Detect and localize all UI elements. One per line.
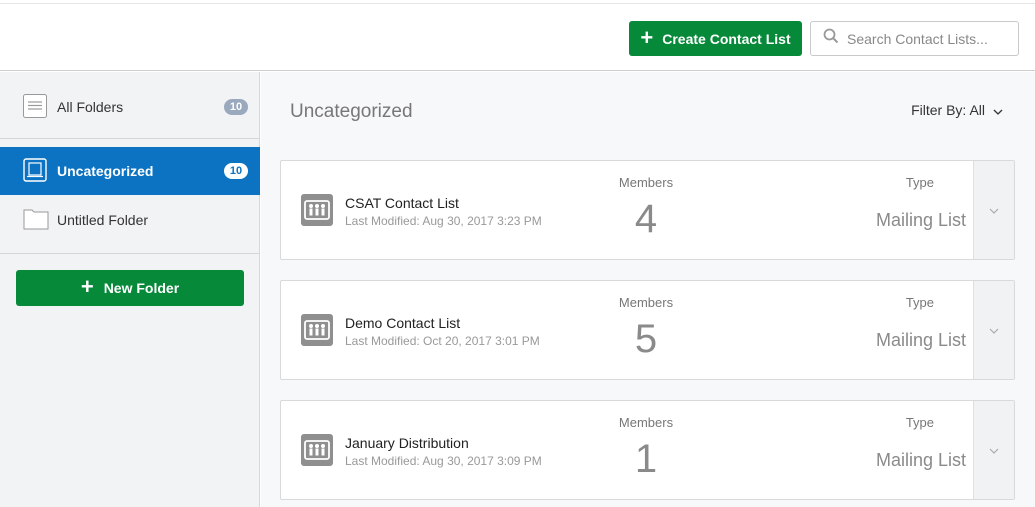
chevron-down-icon (989, 201, 999, 219)
count-badge: 10 (224, 163, 248, 179)
expand-button[interactable] (973, 161, 1014, 259)
sidebar-item-all-folders[interactable]: All Folders 10 (0, 83, 260, 131)
contact-list-icon (301, 314, 333, 346)
plus-icon: + (80, 274, 94, 299)
list-name[interactable]: Demo Contact List (345, 315, 460, 331)
filter-dropdown[interactable]: Filter By: All (911, 102, 1003, 118)
search-icon (823, 28, 839, 49)
members-count: 4 (634, 197, 658, 241)
new-folder-label: New Folder (103, 280, 180, 296)
search-input[interactable] (847, 30, 1017, 47)
sidebar-divider (0, 138, 260, 139)
type-label: Type (905, 415, 934, 430)
filter-label: Filter By: All (911, 102, 985, 118)
list-name[interactable]: CSAT Contact List (345, 195, 459, 211)
sidebar-item-label: All Folders (57, 99, 124, 115)
expand-button[interactable] (973, 281, 1014, 379)
create-contact-list-label: Create Contact List (662, 30, 791, 47)
last-modified: Last Modified: Aug 30, 2017 3:23 PM (345, 214, 542, 228)
members-count: 1 (634, 437, 658, 481)
main-panel: Uncategorized Filter By: All CSAT Contac… (261, 72, 1035, 507)
members-count: 5 (634, 317, 658, 361)
list-icon (23, 93, 47, 121)
sidebar-item-label: Untitled Folder (57, 212, 149, 228)
expand-button[interactable] (973, 401, 1014, 499)
contact-list-card[interactable]: January Distribution Last Modified: Aug … (280, 400, 1015, 500)
members-label: Members (618, 415, 674, 430)
members-label: Members (618, 175, 674, 190)
search-box[interactable] (810, 21, 1019, 56)
type-label: Type (905, 175, 934, 190)
new-folder-button[interactable]: + New Folder (16, 270, 244, 306)
folder-icon (23, 207, 49, 234)
last-modified: Last Modified: Aug 30, 2017 3:09 PM (345, 454, 542, 468)
contact-list-card[interactable]: Demo Contact List Last Modified: Oct 20,… (280, 280, 1015, 380)
page-title: Uncategorized (290, 101, 413, 122)
list-type: Mailing List (875, 450, 966, 470)
chevron-down-icon (989, 321, 999, 339)
inbox-icon (23, 157, 47, 185)
create-contact-list-button[interactable]: + Create Contact List (629, 21, 802, 56)
list-type: Mailing List (875, 210, 966, 230)
count-badge: 10 (224, 99, 248, 115)
sidebar-item-uncategorized[interactable]: Uncategorized 10 (0, 147, 260, 195)
header-bar: + Create Contact List (0, 4, 1035, 71)
chevron-down-icon (989, 441, 999, 459)
contact-list-card[interactable]: CSAT Contact List Last Modified: Aug 30,… (280, 160, 1015, 260)
plus-icon: + (640, 24, 654, 50)
members-label: Members (618, 295, 674, 310)
contact-list-icon (301, 434, 333, 466)
last-modified: Last Modified: Oct 20, 2017 3:01 PM (345, 334, 540, 348)
list-name[interactable]: January Distribution (345, 435, 469, 451)
sidebar-item-untitled-folder[interactable]: Untitled Folder (0, 196, 260, 244)
contact-list-icon (301, 194, 333, 226)
type-label: Type (905, 295, 934, 310)
list-type: Mailing List (875, 330, 966, 350)
sidebar-divider (0, 253, 260, 254)
folder-sidebar: All Folders 10 Uncategorized 10 Untitled… (0, 72, 260, 507)
chevron-down-icon (993, 102, 1003, 118)
sidebar-item-label: Uncategorized (57, 163, 154, 179)
